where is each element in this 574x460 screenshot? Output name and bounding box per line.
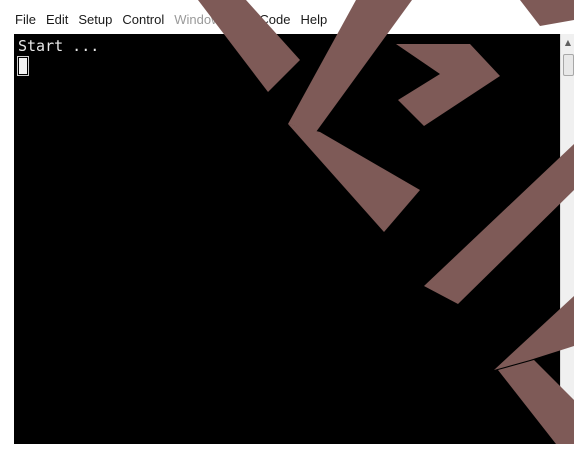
menu-bar: File Edit Setup Control Window KanjiCode… [10, 8, 332, 32]
menu-control[interactable]: Control [117, 8, 169, 32]
scroll-up-arrow-icon[interactable]: ▲ [561, 34, 574, 50]
menu-kanjicode[interactable]: KanjiCode [226, 8, 296, 32]
terminal-output: Start ... [18, 37, 100, 55]
terminal-window: File Edit Setup Control Window KanjiCode… [0, 0, 574, 460]
menu-file[interactable]: File [10, 8, 41, 32]
scroll-down-arrow-icon[interactable]: ▼ [561, 428, 574, 444]
menu-help[interactable]: Help [296, 8, 333, 32]
menu-window[interactable]: Window [169, 8, 225, 32]
watermark-stroke-8 [520, 0, 574, 26]
text-cursor [17, 56, 29, 76]
menu-setup[interactable]: Setup [73, 8, 117, 32]
scroll-thumb[interactable] [563, 54, 574, 76]
vertical-scrollbar[interactable]: ▲ ▼ [560, 34, 574, 444]
menu-edit[interactable]: Edit [41, 8, 73, 32]
terminal-screen[interactable]: Start ... [14, 34, 560, 444]
